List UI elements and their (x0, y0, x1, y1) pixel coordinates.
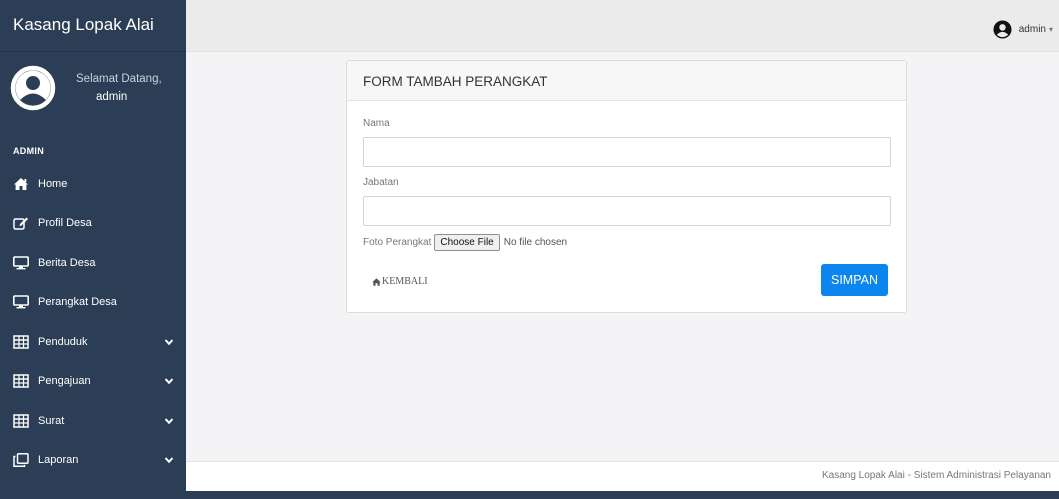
form-title: FORM TAMBAH PERANGKAT (347, 61, 906, 101)
sidebar-item-label: Home (38, 177, 68, 190)
chevron-down-icon (164, 416, 174, 426)
sidebar-item-label: Laporan (38, 454, 79, 467)
user-avatar-icon (10, 65, 56, 111)
save-button[interactable]: SIMPAN (821, 264, 888, 296)
copy-icon (13, 453, 29, 468)
monitor-icon (13, 255, 29, 270)
topbar-username: admin (1018, 24, 1046, 35)
sidebar-item-label: Perangkat Desa (38, 296, 117, 309)
jabatan-input[interactable] (363, 196, 891, 226)
caret-down-icon: ▾ (1048, 25, 1053, 34)
nama-input[interactable] (363, 137, 891, 167)
user-menu-dropdown[interactable]: admin ▾ (993, 20, 1053, 39)
sidebar-item-laporan[interactable]: Laporan (0, 441, 186, 481)
footer: Kasang Lopak Alai - Sistem Administrasi … (186, 461, 1059, 491)
nama-label: Nama (363, 118, 390, 129)
sidebar-item-label: Profil Desa (38, 217, 92, 230)
foto-perangkat-row: Foto Perangkat Choose File No file chose… (363, 234, 567, 251)
sidebar-item-surat[interactable]: Surat (0, 401, 186, 441)
add-device-form-card: FORM TAMBAH PERANGKAT Nama Jabatan Foto … (346, 60, 907, 313)
user-info: Selamat Datang, admin (76, 70, 162, 106)
file-status-text: No file chosen (503, 237, 568, 248)
sidebar-item-penduduk[interactable]: Penduduk (0, 322, 186, 362)
welcome-text: Selamat Datang, (76, 73, 162, 85)
sidebar-item-home[interactable]: Home (0, 164, 186, 204)
sidebar-item-label: Pengajuan (38, 375, 91, 388)
jabatan-label: Jabatan (363, 177, 399, 188)
sidebar: Kasang Lopak Alai Selamat Datang, admin … (0, 0, 186, 499)
sidebar-item-label: Surat (38, 414, 65, 427)
foto-perangkat-label: Foto Perangkat (363, 237, 432, 248)
chevron-down-icon (164, 337, 174, 347)
edit-icon (13, 216, 29, 230)
chevron-down-icon (164, 455, 174, 465)
choose-file-button[interactable]: Choose File (434, 234, 500, 251)
top-navbar: admin ▾ (186, 0, 1059, 52)
sidebar-item-label: Berita Desa (38, 256, 96, 269)
sidebar-menu: Home Profil Desa Berita Desa Perangkat D… (0, 164, 186, 480)
home-icon (372, 277, 381, 286)
table-icon (13, 374, 29, 388)
sidebar-username: admin (96, 91, 128, 103)
sidebar-item-berita-desa[interactable]: Berita Desa (0, 243, 186, 283)
user-panel: Selamat Datang, admin (0, 52, 186, 124)
sidebar-item-label: Penduduk (38, 335, 88, 348)
table-icon (13, 335, 29, 349)
monitor-icon (13, 295, 29, 309)
sidebar-item-pengajuan[interactable]: Pengajuan (0, 362, 186, 402)
home-icon (13, 177, 29, 191)
footer-text: Kasang Lopak Alai - Sistem Administrasi … (821, 470, 1051, 481)
back-label: KEMBALI (382, 276, 428, 287)
bottom-strip (186, 491, 1059, 499)
back-link[interactable]: KEMBALI (372, 276, 428, 287)
menu-section-header: ADMIN (13, 146, 44, 156)
user-circle-icon (993, 20, 1012, 39)
chevron-down-icon (164, 376, 174, 386)
table-icon (13, 414, 29, 428)
sidebar-item-profil-desa[interactable]: Profil Desa (0, 204, 186, 244)
sidebar-item-perangkat-desa[interactable]: Perangkat Desa (0, 283, 186, 323)
brand-title[interactable]: Kasang Lopak Alai (0, 0, 186, 52)
